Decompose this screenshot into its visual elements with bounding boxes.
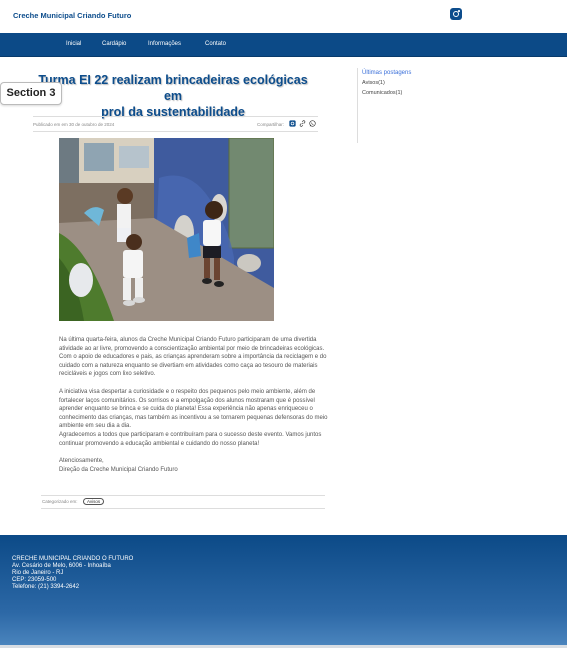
post-title-line-2: prol da sustentabilidade <box>101 105 245 119</box>
post-title: Turma EI 22 realizam brincadeiras ecológ… <box>28 72 318 120</box>
post-signature: Direção da Creche Municipal Criando Futu… <box>59 466 178 473</box>
nav-item-inicial[interactable]: Inicial <box>66 41 81 47</box>
section-tag: Section 3 <box>0 82 62 105</box>
published-date: Publicado em em 30 de outubro de 2024 <box>33 122 115 127</box>
sidebar-divider <box>357 68 358 143</box>
nav-item-informacoes[interactable]: Informações <box>148 41 181 47</box>
category-chip[interactable]: Avisos <box>83 498 105 505</box>
site-footer: CRECHE MUNICIPAL CRIANDO O FUTURO Av. Ce… <box>0 535 567 648</box>
sidebar-heading[interactable]: Últimas postagens <box>362 70 411 76</box>
children-playing-photo <box>59 138 274 321</box>
post-title-line-1: Turma EI 22 realizam brincadeiras ecológ… <box>38 73 308 103</box>
nav-item-cardapio[interactable]: Cardápio <box>102 41 126 47</box>
link-icon[interactable] <box>299 120 306 127</box>
nav-item-contato[interactable]: Contato <box>205 41 226 47</box>
post-paragraph: A iniciativa visa despertar a curiosidad… <box>59 388 328 430</box>
whatsapp-icon[interactable] <box>309 120 316 127</box>
instagram-icon[interactable] <box>450 8 462 20</box>
meta-divider <box>33 131 318 132</box>
post-paragraph: Na última quarta-feira, alunos da Creche… <box>59 337 327 378</box>
site-header: Creche Municipal Criando Futuro <box>0 0 569 33</box>
site-title[interactable]: Creche Municipal Criando Futuro <box>13 11 131 20</box>
sidebar-item-avisos[interactable]: Avisos(1) <box>362 80 385 86</box>
share-label: Compartilhar: <box>257 122 285 127</box>
post-photo <box>59 138 274 321</box>
category-divider <box>41 495 325 496</box>
post-body: Na última quarta-feira, alunos da Creche… <box>59 336 337 483</box>
post-closing: Atenciosamente, <box>59 458 104 465</box>
category-divider <box>41 508 325 509</box>
post-paragraph: Agradecemos a todos que participaram e c… <box>59 431 322 447</box>
sidebar-item-comunicados[interactable]: Comunicados(1) <box>362 90 402 96</box>
meta-divider <box>33 116 318 117</box>
category-label: Categorizado em: <box>42 499 78 504</box>
main-navigation: Inicial Cardápio Informações Contato <box>0 33 567 57</box>
instagram-share-icon[interactable] <box>289 120 296 127</box>
footer-phone: Telefone: (21) 3394-2642 <box>12 584 80 590</box>
